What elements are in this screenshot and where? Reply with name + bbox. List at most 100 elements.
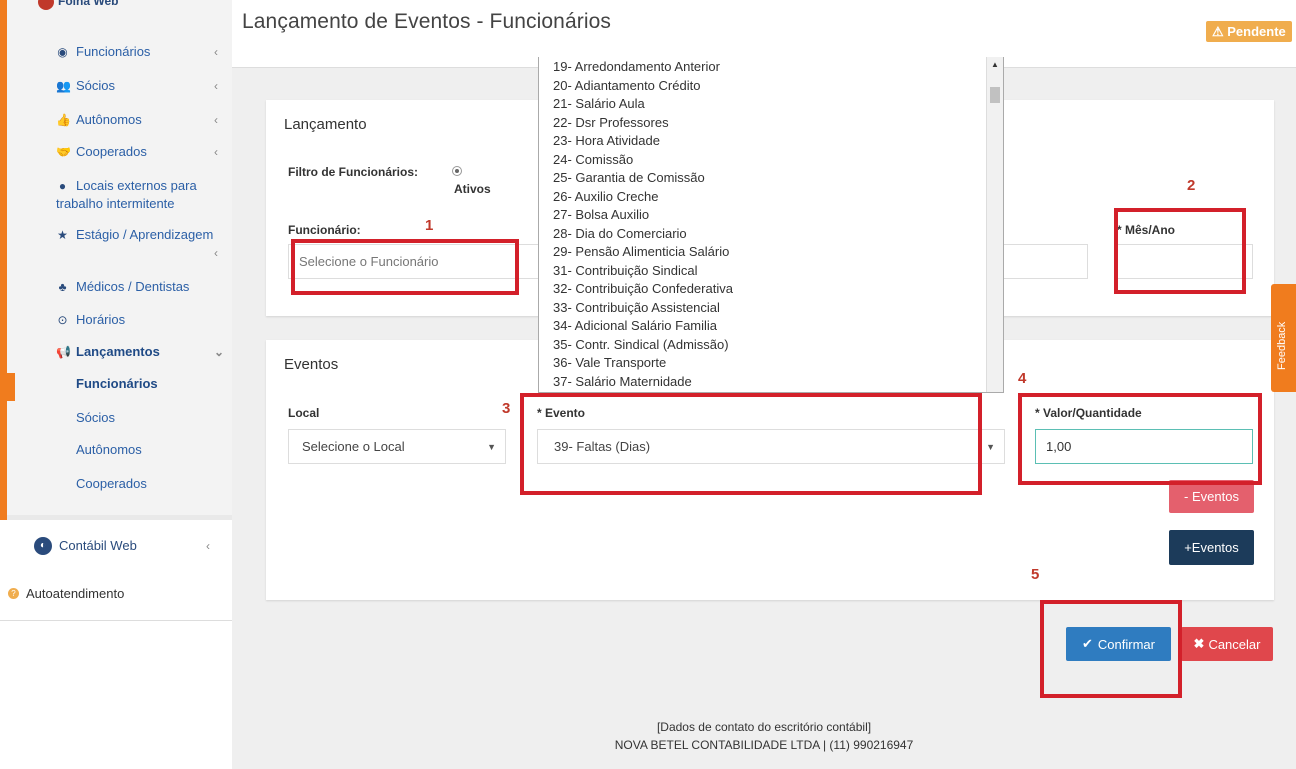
- local-select[interactable]: Selecione o Local ▼: [288, 429, 506, 464]
- local-value: Selecione o Local: [302, 439, 405, 454]
- sidebar-item-label: Sócios: [76, 78, 116, 93]
- annotation-number: 4: [1018, 370, 1027, 387]
- user-circle-icon: ◉: [57, 45, 68, 59]
- sidebar-item-autonomos[interactable]: 👍 Autônomos ‹: [56, 111, 226, 129]
- scrollbar-thumb[interactable]: [990, 87, 1000, 103]
- sidebar-item-label: Médicos / Dentistas: [76, 279, 190, 294]
- dropdown-option[interactable]: 33- Contribuição Assistencial: [553, 299, 1003, 318]
- bullhorn-icon: 📢: [56, 345, 71, 359]
- sidebar-item-cooperados[interactable]: 🤝 Cooperados ‹: [56, 143, 226, 161]
- dropdown-option[interactable]: 21- Salário Aula: [553, 95, 1003, 114]
- scroll-up-icon[interactable]: ▲: [991, 60, 999, 69]
- dropdown-option[interactable]: 29- Pensão Alimenticia Salário: [553, 243, 1003, 262]
- feedback-label: Feedback: [1276, 321, 1288, 370]
- sidebar-item-horarios[interactable]: ⊙ Horários: [56, 311, 226, 329]
- globe-icon: ●: [58, 179, 67, 193]
- sidebar-item-label: Estágio / Aprendizagem: [76, 227, 214, 242]
- sidebar: Folha Web ◉ Funcionários ‹ 👥 Sócios ‹ 👍 …: [0, 0, 232, 769]
- question-icon: ?: [8, 588, 19, 599]
- annotation-box-5: [1040, 600, 1182, 698]
- logo-icon: [38, 0, 54, 10]
- sidebar-item-lancamentos[interactable]: 📢 Lançamentos ⌄: [56, 343, 226, 361]
- sidebar-subitem-funcionarios[interactable]: Funcionários: [76, 376, 158, 391]
- annotation-number: 1: [425, 217, 434, 234]
- sidebar-item-medicos[interactable]: ♣ Médicos / Dentistas: [56, 278, 226, 296]
- chevron-left-icon: ‹: [214, 45, 218, 59]
- dropdown-option[interactable]: 26- Auxilio Creche: [553, 188, 1003, 207]
- chevron-down-icon: ⌄: [214, 345, 225, 359]
- sidebar-item-label: Horários: [76, 312, 126, 327]
- filtro-ativos-radio[interactable]: [452, 166, 462, 176]
- status-badge: ⚠ Pendente: [1206, 21, 1292, 42]
- sidebar-item-autoatendimento[interactable]: ? Autoatendimento: [8, 585, 178, 603]
- annotation-box-4: [1018, 393, 1262, 485]
- dropdown-option[interactable]: 25- Garantia de Comissão: [553, 169, 1003, 188]
- sidebar-item-contabil-web[interactable]: ◐ Contábil Web ‹: [34, 537, 210, 555]
- chevron-left-icon: ‹: [206, 539, 210, 553]
- caret-down-icon: ▼: [986, 441, 995, 452]
- sidebar-item-label: Locais externos para trabalho intermiten…: [56, 178, 197, 211]
- dropdown-option[interactable]: 20- Adiantamento Crédito: [553, 77, 1003, 96]
- dropdown-option[interactable]: 27- Bolsa Auxilio: [553, 206, 1003, 225]
- sidebar-item-estagio[interactable]: Estágio / Aprendizagem ★ ‹: [56, 226, 218, 260]
- dropdown-option[interactable]: 22- Dsr Professores: [553, 114, 1003, 133]
- local-label: Local: [288, 406, 320, 420]
- funcionario-label: Funcionário:: [288, 223, 361, 237]
- dropdown-option[interactable]: 34- Adicional Salário Familia: [553, 317, 1003, 336]
- chevron-left-icon: ‹: [214, 145, 218, 159]
- handshake-icon: 🤝: [56, 145, 71, 159]
- cancel-label: Cancelar: [1208, 636, 1261, 652]
- dropdown-option[interactable]: 24- Comissão: [553, 151, 1003, 170]
- close-icon: ✖: [1193, 636, 1205, 651]
- dropdown-option[interactable]: 31- Contribuição Sindical: [553, 262, 1003, 281]
- dropdown-option[interactable]: 36- Vale Transporte: [553, 354, 1003, 373]
- dropdown-option[interactable]: 23- Hora Atividade: [553, 132, 1003, 151]
- star-icon: ★: [57, 228, 68, 242]
- dropdown-option[interactable]: 28- Dia do Comerciario: [553, 225, 1003, 244]
- sidebar-item-label: Cooperados: [76, 144, 147, 159]
- sidebar-item-locais-externos[interactable]: Locais externos para trabalho intermiten…: [56, 177, 216, 213]
- thumbs-up-icon: 👍: [56, 113, 71, 127]
- annotation-number: 2: [1187, 177, 1196, 194]
- clock-icon: ⊙: [57, 313, 68, 327]
- sidebar-divider: [7, 515, 232, 520]
- dropdown-option[interactable]: 32- Contribuição Confederativa: [553, 280, 1003, 299]
- sidebar-divider: [0, 620, 232, 621]
- filtro-ativos-label: Ativos: [454, 182, 491, 196]
- add-evento-button[interactable]: +Eventos: [1169, 530, 1254, 565]
- chevron-left-icon: ‹: [214, 79, 218, 93]
- user-plus-icon: 👥: [56, 79, 71, 93]
- sidebar-item-socios[interactable]: 👥 Sócios ‹: [56, 77, 226, 95]
- dropdown-option[interactable]: 19- Arredondamento Anterior: [553, 58, 1003, 77]
- evento-dropdown-list[interactable]: 19- Arredondamento Anterior 20- Adiantam…: [538, 57, 1004, 393]
- sidebar-subitem-socios[interactable]: Sócios: [76, 410, 115, 425]
- contabil-logo-icon: ◐: [34, 537, 52, 555]
- cancel-button[interactable]: ✖ Cancelar: [1181, 627, 1273, 661]
- sidebar-subitem-cooperados[interactable]: Cooperados: [76, 476, 147, 491]
- caret-down-icon: ▼: [487, 441, 496, 452]
- annotation-box-3: [520, 393, 982, 495]
- user-md-icon: ♣: [58, 280, 67, 294]
- app-logo[interactable]: Folha Web: [38, 0, 118, 10]
- sidebar-item-label: Funcionários: [76, 44, 151, 59]
- chevron-left-icon: ‹: [214, 246, 218, 260]
- annotation-number: 3: [502, 400, 511, 417]
- feedback-tab[interactable]: Feedback: [1271, 284, 1296, 392]
- annotation-box-1: [291, 239, 519, 295]
- panel-title: Eventos: [284, 356, 339, 373]
- sidebar-item-label: Autônomos: [76, 112, 142, 127]
- sidebar-subitem-autonomos[interactable]: Autônomos: [76, 442, 142, 457]
- sidebar-item-label: Contábil Web: [59, 538, 137, 553]
- footer-company-line: NOVA BETEL CONTABILIDADE LTDA | (11) 990…: [614, 738, 914, 752]
- dropdown-option[interactable]: 35- Contr. Sindical (Admissão): [553, 336, 1003, 355]
- app-logo-label: Folha Web: [58, 0, 119, 9]
- panel-title: Lançamento: [284, 116, 367, 133]
- dropdown-scrollbar[interactable]: ▲: [986, 57, 1003, 392]
- dropdown-option[interactable]: 37- Salário Maternidade: [553, 373, 1003, 392]
- sidebar-item-label: Autoatendimento: [26, 586, 125, 601]
- annotation-number: 5: [1031, 566, 1040, 583]
- page-title: Lançamento de Eventos - Funcionários: [242, 10, 611, 33]
- chevron-left-icon: ‹: [214, 113, 218, 127]
- active-item-indicator: [7, 373, 15, 401]
- sidebar-item-funcionarios[interactable]: ◉ Funcionários ‹: [56, 43, 226, 61]
